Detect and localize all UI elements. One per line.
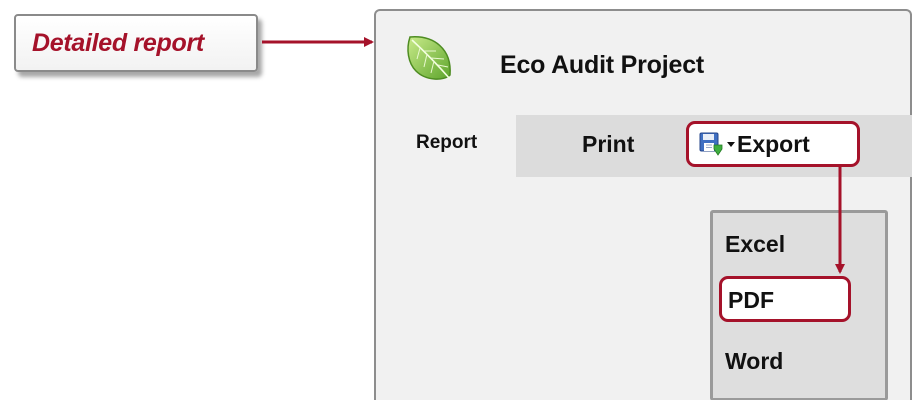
export-label: Export: [737, 130, 810, 157]
menu-item-pdf[interactable]: PDF: [719, 276, 851, 322]
export-button[interactable]: Export: [686, 121, 860, 167]
annotated-screenshot: Detailed report Eco Audit Project Report…: [0, 0, 916, 400]
leaf-icon: [407, 36, 451, 80]
chevron-down-icon: [727, 141, 735, 147]
eco-audit-panel: Eco Audit Project Report Print Export Ex…: [374, 9, 912, 400]
project-title: Eco Audit Project: [500, 51, 705, 79]
save-icon: [699, 132, 723, 156]
menu-item-word[interactable]: Word: [725, 348, 783, 375]
report-label: Report: [416, 132, 478, 153]
callout-label: Detailed report: [32, 28, 204, 57]
detailed-report-callout: Detailed report: [14, 14, 258, 72]
menu-item-excel[interactable]: Excel: [725, 231, 785, 258]
export-dropdown-menu: Excel PDF Word: [710, 210, 888, 400]
print-button[interactable]: Print: [582, 131, 634, 158]
report-toolbar: Print Export: [516, 115, 912, 177]
